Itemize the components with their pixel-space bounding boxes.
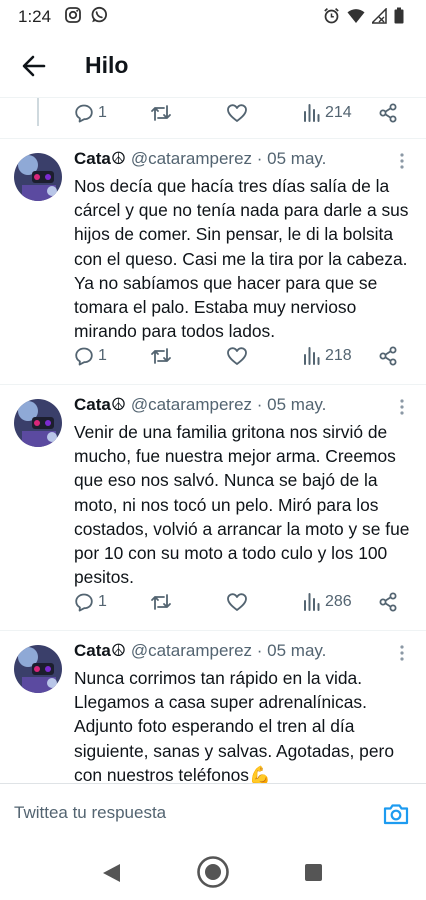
tweet[interactable]: Cata☮ @cataramperez · 05 may. Nos decía …: [0, 138, 426, 384]
alarm-icon: [324, 8, 339, 24]
retweet-icon: [151, 348, 171, 364]
reply-icon: [75, 104, 93, 123]
status-time: 1:24: [18, 7, 52, 26]
more-icon: [400, 399, 404, 415]
retweet-button[interactable]: [150, 587, 172, 617]
system-nav-bar: [0, 847, 426, 900]
avatar-image: [14, 153, 62, 201]
signal-icon: [372, 7, 387, 24]
reply-icon: [75, 593, 93, 612]
tweet-actions-previous: 1 214: [74, 98, 404, 128]
tweet[interactable]: Cata☮ @cataramperez · 05 may. Venir de u…: [0, 384, 426, 630]
views-button[interactable]: 286: [303, 587, 352, 617]
retweet-button[interactable]: [150, 98, 172, 128]
back-button[interactable]: [18, 50, 50, 82]
views-count: 214: [325, 104, 352, 121]
nav-recents-icon[interactable]: [304, 863, 324, 883]
views-count: 286: [325, 593, 352, 610]
views-icon: [304, 593, 320, 611]
thread-connector-line: [37, 98, 39, 126]
author-name[interactable]: Cata☮: [74, 149, 126, 168]
like-button[interactable]: [226, 341, 248, 371]
more-button[interactable]: [396, 151, 408, 171]
more-icon: [400, 153, 404, 169]
reply-count: 1: [98, 593, 107, 610]
tweet-actions: 1 218: [74, 341, 404, 371]
tweet-header: Cata☮ @cataramperez · 05 may.: [74, 149, 326, 169]
notification-icons: [64, 6, 108, 24]
reply-icon: [75, 347, 93, 366]
avatar-image: [14, 399, 62, 447]
tweet-header: Cata☮ @cataramperez · 05 may.: [74, 395, 326, 415]
status-bar: 1:24: [0, 0, 426, 34]
camera-icon: [383, 804, 409, 825]
back-arrow-icon: [22, 55, 46, 77]
author-handle[interactable]: @cataramperez: [131, 641, 252, 660]
nav-back-icon[interactable]: [100, 861, 122, 885]
author-name[interactable]: Cata☮: [74, 641, 126, 660]
avatar[interactable]: [14, 153, 62, 201]
reply-button[interactable]: 1: [74, 587, 107, 617]
battery-icon: [394, 7, 404, 24]
share-icon: [379, 592, 397, 612]
camera-button[interactable]: [382, 800, 410, 828]
like-icon: [227, 347, 247, 365]
reply-count: 1: [98, 347, 107, 364]
like-button[interactable]: [226, 587, 248, 617]
whatsapp-icon: [91, 6, 108, 23]
nav-home-icon[interactable]: [196, 855, 230, 889]
views-icon: [304, 347, 320, 365]
more-button[interactable]: [396, 643, 408, 663]
like-icon: [227, 593, 247, 611]
like-icon: [227, 104, 247, 122]
tweet-actions: 1 286: [74, 587, 404, 617]
share-button[interactable]: [378, 98, 398, 128]
tweet-text: Nunca corrimos tan rápido en la vida. Ll…: [74, 668, 394, 783]
more-button[interactable]: [396, 397, 408, 417]
retweet-icon: [151, 105, 171, 121]
thread-list[interactable]: 1 214 Cata☮ @cataramperez · 05 may. Nos …: [0, 98, 426, 783]
instagram-icon: [65, 7, 81, 23]
avatar[interactable]: [14, 399, 62, 447]
meta-separator: ·: [256, 149, 263, 168]
like-button[interactable]: [226, 98, 248, 128]
tweet-text: Nos decía que hacía tres días salía de l…: [74, 176, 409, 342]
wifi-icon: [347, 8, 365, 23]
tweet-date: 05 may.: [267, 149, 327, 168]
avatar-image: [14, 645, 62, 693]
share-icon: [379, 103, 397, 123]
reply-bar: Twittea tu respuesta: [0, 783, 426, 847]
meta-separator: ·: [256, 395, 263, 414]
page-title: Hilo: [85, 52, 129, 78]
reply-button[interactable]: 1: [74, 98, 107, 128]
more-icon: [400, 645, 404, 661]
author-handle[interactable]: @cataramperez: [131, 149, 252, 168]
views-icon: [304, 104, 320, 122]
tweet-date: 05 may.: [267, 395, 327, 414]
retweet-icon: [151, 594, 171, 610]
system-icons: [323, 7, 404, 24]
author-handle[interactable]: @cataramperez: [131, 395, 252, 414]
tweet-text: Venir de una familia gritona nos sirvió …: [74, 422, 410, 588]
share-icon: [379, 346, 397, 366]
tweet[interactable]: Cata☮ @cataramperez · 05 may. Nunca corr…: [0, 630, 426, 783]
avatar[interactable]: [14, 645, 62, 693]
app-header: Hilo: [0, 34, 426, 98]
views-button[interactable]: 218: [303, 341, 352, 371]
views-button[interactable]: 214: [303, 98, 352, 128]
reply-button[interactable]: 1: [74, 341, 107, 371]
views-count: 218: [325, 347, 352, 364]
retweet-button[interactable]: [150, 341, 172, 371]
reply-input[interactable]: Twittea tu respuesta: [14, 803, 166, 823]
share-button[interactable]: [378, 341, 398, 371]
share-button[interactable]: [378, 587, 398, 617]
reply-count: 1: [98, 104, 107, 121]
meta-separator: ·: [256, 641, 263, 660]
tweet-header: Cata☮ @cataramperez · 05 may.: [74, 641, 326, 661]
author-name[interactable]: Cata☮: [74, 395, 126, 414]
tweet-date: 05 may.: [267, 641, 327, 660]
